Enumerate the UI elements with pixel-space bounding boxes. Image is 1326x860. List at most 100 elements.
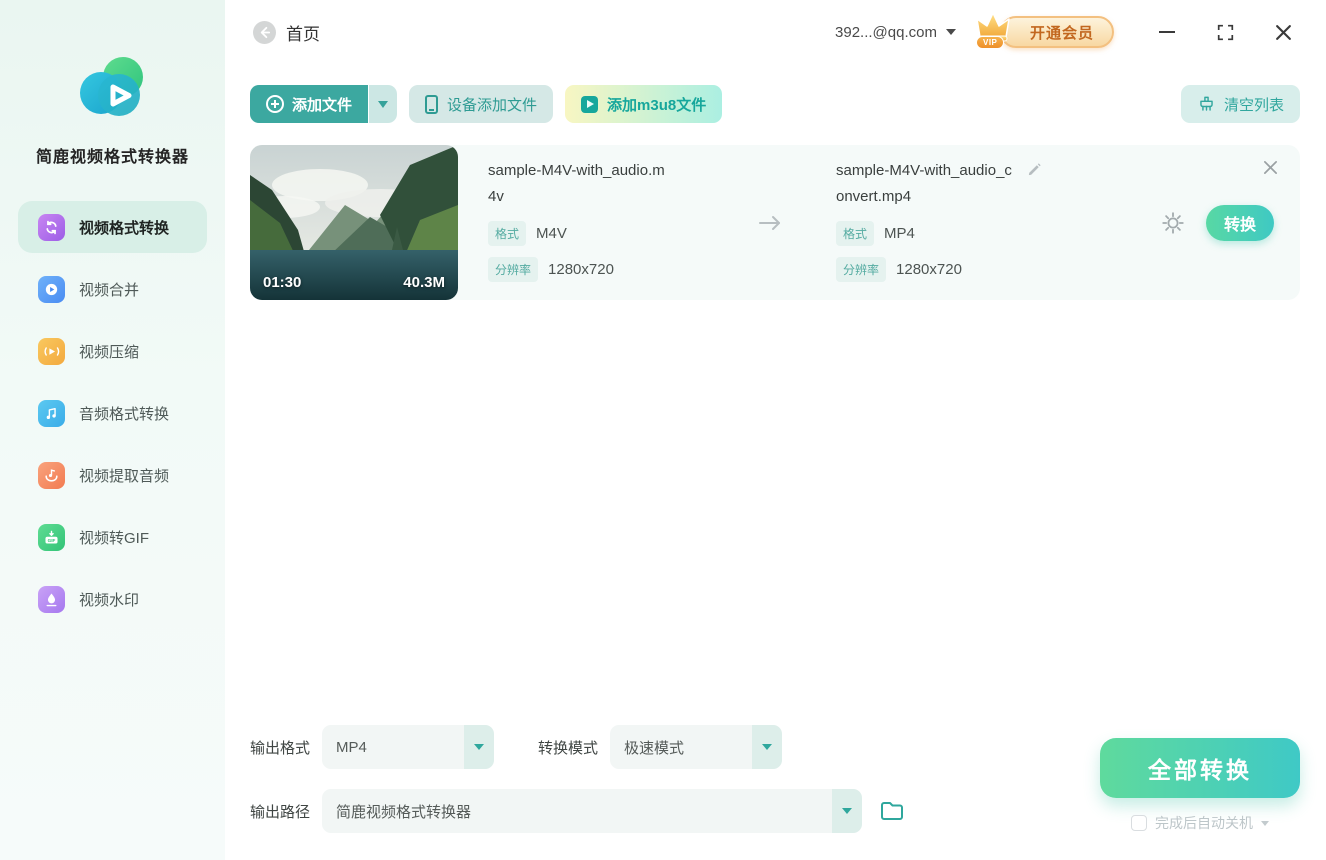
shutdown-options-caret-icon[interactable] bbox=[1261, 820, 1269, 826]
output-path-selected: 简鹿视频格式转换器 bbox=[336, 803, 472, 821]
maximize-icon bbox=[1217, 24, 1233, 40]
topbar: 首页 392...@qq.com VIP 开通会员 bbox=[225, 0, 1326, 64]
source-format-row: 格式 M4V bbox=[488, 221, 728, 246]
video-compress-icon bbox=[38, 337, 65, 365]
back-button[interactable] bbox=[253, 20, 276, 44]
format-badge: 格式 bbox=[836, 221, 875, 246]
arrow-right-icon bbox=[759, 215, 780, 230]
device-add-file-button[interactable]: 设备添加文件 bbox=[409, 85, 554, 123]
chevron-down-icon bbox=[474, 744, 485, 750]
minimize-icon bbox=[1159, 31, 1175, 33]
close-icon bbox=[1264, 161, 1277, 174]
svg-text:GIF: GIF bbox=[48, 538, 56, 543]
extract-audio-icon bbox=[38, 461, 65, 489]
back-arrow-icon bbox=[260, 26, 271, 38]
vip-tag: VIP bbox=[975, 36, 1005, 49]
sidebar-item-video-watermark[interactable]: 视频水印 bbox=[18, 573, 207, 625]
sidebar-item-label: 视频转GIF bbox=[79, 529, 149, 547]
auto-shutdown-checkbox[interactable] bbox=[1131, 815, 1147, 831]
select-caret[interactable] bbox=[832, 789, 863, 833]
remove-file-button[interactable] bbox=[1263, 160, 1278, 175]
sidebar-item-label: 视频合并 bbox=[79, 281, 140, 299]
resolution-badge: 分辨率 bbox=[488, 257, 539, 282]
select-caret[interactable] bbox=[464, 725, 495, 769]
maximize-button[interactable] bbox=[1214, 21, 1236, 43]
output-info: sample-M4V-with_audio_convert.mp4 格式 MP4… bbox=[836, 145, 1086, 300]
sidebar-item-label: 视频提取音频 bbox=[79, 467, 170, 485]
window-controls bbox=[1156, 21, 1294, 43]
row-controls: 转换 bbox=[1160, 145, 1274, 300]
source-file-name: sample-M4V-with_audio.m4v bbox=[488, 162, 665, 205]
pencil-icon bbox=[1028, 163, 1041, 176]
sidebar-item-video-merge[interactable]: 视频合并 bbox=[18, 263, 207, 315]
sidebar-item-video-convert[interactable]: 视频格式转换 bbox=[18, 201, 207, 253]
app-title: 简鹿视频格式转换器 bbox=[35, 149, 189, 166]
output-path-label: 输出路径 bbox=[250, 803, 311, 821]
output-format-select[interactable]: MP4 bbox=[322, 725, 495, 769]
auto-shutdown-label: 完成后自动关机 bbox=[1155, 815, 1253, 831]
convert-direction bbox=[728, 145, 812, 300]
output-path-select[interactable]: 简鹿视频格式转换器 bbox=[322, 789, 863, 833]
gear-icon bbox=[1162, 211, 1184, 234]
add-file-button[interactable]: 添加文件 bbox=[250, 85, 369, 123]
resolution-badge: 分辨率 bbox=[836, 257, 887, 282]
add-file-dropdown-button[interactable] bbox=[369, 85, 398, 123]
chevron-down-icon bbox=[842, 808, 853, 814]
add-m3u8-button[interactable]: 添加m3u8文件 bbox=[565, 85, 723, 123]
account-label[interactable]: 392...@qq.com bbox=[835, 24, 937, 41]
output-format-label: 输出格式 bbox=[250, 739, 311, 757]
video-merge-icon bbox=[38, 275, 65, 303]
footer-actions: 全部转换 完成后自动关机 bbox=[1100, 738, 1300, 833]
topbar-right: 392...@qq.com VIP 开通会员 bbox=[835, 12, 1294, 49]
video-thumbnail[interactable]: 01:30 40.3M bbox=[250, 145, 458, 300]
select-caret[interactable] bbox=[752, 725, 783, 769]
add-file-group: 添加文件 bbox=[250, 85, 398, 123]
plus-icon bbox=[266, 95, 284, 113]
vip-upgrade-button[interactable]: VIP 开通会员 bbox=[975, 12, 1114, 49]
file-row: 01:30 40.3M sample-M4V-with_audio.m4v 格式… bbox=[250, 145, 1300, 300]
account-caret-icon[interactable] bbox=[945, 29, 956, 35]
convert-button[interactable]: 转换 bbox=[1206, 204, 1274, 241]
clear-list-button[interactable]: 清空列表 bbox=[1180, 85, 1300, 123]
vip-upgrade-label: 开通会员 bbox=[1029, 24, 1094, 42]
add-file-label: 添加文件 bbox=[292, 96, 353, 114]
chevron-down-icon bbox=[378, 100, 389, 108]
sidebar-item-extract-audio[interactable]: 视频提取音频 bbox=[18, 449, 207, 501]
output-format-value: MP4 bbox=[884, 225, 915, 242]
sidebar-item-label: 视频压缩 bbox=[79, 343, 140, 361]
edit-name-button[interactable] bbox=[1026, 161, 1043, 183]
video-convert-icon bbox=[38, 213, 65, 241]
open-folder-button[interactable] bbox=[879, 799, 905, 823]
sidebar-item-audio-convert[interactable]: 音频格式转换 bbox=[18, 387, 207, 439]
sidebar-item-video-compress[interactable]: 视频压缩 bbox=[18, 325, 207, 377]
minimize-button[interactable] bbox=[1156, 21, 1178, 43]
main-area: 首页 392...@qq.com VIP 开通会员 添加文件 设备添加文件 添加… bbox=[225, 0, 1326, 860]
broom-icon bbox=[1200, 96, 1213, 111]
output-format-selected: MP4 bbox=[336, 738, 367, 756]
output-resolution-row: 分辨率 1280x720 bbox=[836, 257, 1086, 282]
device-add-label: 设备添加文件 bbox=[447, 96, 538, 114]
output-resolution-value: 1280x720 bbox=[896, 261, 962, 278]
sidebar-item-video-to-gif[interactable]: GIF 视频转GIF bbox=[18, 511, 207, 563]
convert-mode-select[interactable]: 极速模式 bbox=[610, 725, 783, 769]
close-button[interactable] bbox=[1272, 21, 1294, 43]
add-m3u8-label: 添加m3u8文件 bbox=[607, 96, 707, 114]
output-format-row: 格式 MP4 bbox=[836, 221, 1086, 246]
sidebar-item-label: 视频水印 bbox=[79, 591, 140, 609]
footer-options: 输出格式 MP4 转换模式 极速模式 输出路径 简鹿视频格式转换器 bbox=[250, 725, 905, 833]
settings-button[interactable] bbox=[1160, 210, 1186, 236]
phone-icon bbox=[425, 94, 439, 114]
output-path-row: 输出路径 简鹿视频格式转换器 bbox=[250, 789, 905, 833]
video-duration: 01:30 bbox=[263, 274, 302, 291]
video-size: 40.3M bbox=[403, 274, 445, 291]
convert-mode-label: 转换模式 bbox=[538, 739, 599, 757]
convert-all-button[interactable]: 全部转换 bbox=[1100, 738, 1300, 798]
video-watermark-icon bbox=[38, 585, 65, 613]
auto-shutdown-row: 完成后自动关机 bbox=[1131, 813, 1269, 833]
sidebar: 简鹿视频格式转换器 视频格式转换 视频合并 视频压缩 音频格式转换 视频提取音频… bbox=[0, 0, 225, 860]
folder-icon bbox=[881, 802, 904, 820]
sidebar-item-label: 音频格式转换 bbox=[79, 405, 170, 423]
home-label: 首页 bbox=[286, 24, 320, 44]
close-icon bbox=[1275, 24, 1291, 40]
output-file-name: sample-M4V-with_audio_convert.mp4 bbox=[836, 162, 1012, 205]
